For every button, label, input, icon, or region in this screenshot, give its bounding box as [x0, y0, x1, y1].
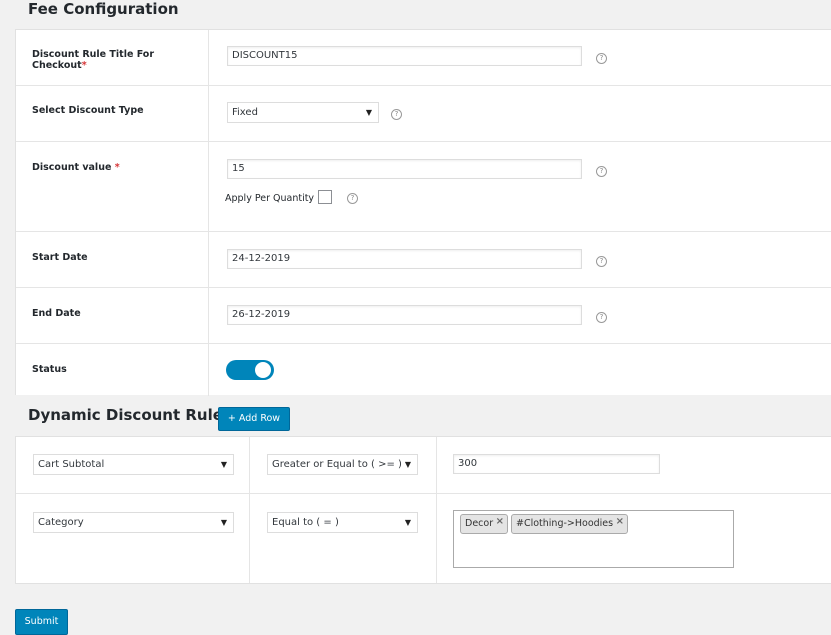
question-circle-icon[interactable]: ? — [596, 53, 607, 64]
rule-field-select[interactable]: Category ▼ — [33, 512, 234, 533]
question-circle-icon[interactable]: ? — [596, 256, 607, 267]
tag-clothing-hoodies: #Clothing->Hoodies × — [511, 514, 628, 534]
caret-down-icon: ▼ — [220, 518, 227, 527]
start-date-label: Start Date — [32, 252, 88, 263]
tag-remove-icon[interactable]: × — [616, 513, 624, 531]
rule-operator-select[interactable]: Equal to ( = ) ▼ — [267, 512, 418, 533]
caret-down-icon: ▼ — [220, 460, 227, 469]
row-end-date: End Date 26-12-2019 ? — [16, 288, 831, 344]
caret-down-icon: ▼ — [404, 518, 411, 527]
start-date-input[interactable]: 24-12-2019 — [227, 249, 582, 269]
question-circle-icon[interactable]: ? — [596, 312, 607, 323]
row-discount-value: Discount value * 15 ? Apply Per Quantity… — [16, 142, 831, 232]
rule-row: Cart Subtotal ▼ Greater or Equal to ( >=… — [16, 437, 831, 494]
tag-remove-icon[interactable]: × — [496, 513, 504, 531]
discount-title-input[interactable]: DISCOUNT15 — [227, 46, 582, 66]
status-toggle[interactable] — [226, 360, 274, 380]
apply-per-quantity-checkbox[interactable] — [318, 190, 332, 204]
required-asterisk: * — [114, 162, 120, 173]
question-circle-icon[interactable]: ? — [347, 193, 358, 204]
row-start-date: Start Date 24-12-2019 ? — [16, 232, 831, 288]
discount-type-label: Select Discount Type — [32, 105, 144, 116]
caret-down-icon: ▼ — [365, 108, 372, 117]
dynamic-rules-table: Cart Subtotal ▼ Greater or Equal to ( >=… — [15, 436, 831, 584]
rule-value-input[interactable]: 300 — [453, 454, 660, 474]
discount-value-label: Discount value * — [32, 162, 120, 173]
tag-decor: Decor × — [460, 514, 508, 534]
question-circle-icon[interactable]: ? — [391, 109, 402, 120]
required-asterisk: * — [81, 60, 87, 71]
category-tags-input[interactable]: Decor × #Clothing->Hoodies × — [453, 510, 734, 568]
rule-field-select[interactable]: Cart Subtotal ▼ — [33, 454, 234, 475]
row-discount-type: Select Discount Type Fixed ▼ ? — [16, 86, 831, 142]
row-discount-title: Discount Rule Title For Checkout* DISCOU… — [16, 30, 831, 86]
discount-value-input[interactable]: 15 — [227, 159, 582, 179]
add-row-button[interactable]: + Add Row — [218, 407, 290, 431]
end-date-input[interactable]: 26-12-2019 — [227, 305, 582, 325]
toggle-knob — [255, 362, 271, 378]
discount-title-label: Discount Rule Title For Checkout* — [32, 49, 155, 71]
dynamic-discount-heading: Dynamic Discount Rule — [28, 406, 223, 424]
discount-type-select[interactable]: Fixed ▼ — [227, 102, 379, 123]
question-circle-icon[interactable]: ? — [596, 166, 607, 177]
status-label: Status — [32, 364, 67, 375]
caret-down-icon: ▼ — [404, 460, 411, 469]
fee-configuration-heading: Fee Configuration — [28, 0, 179, 18]
rule-row: Category ▼ Equal to ( = ) ▼ Decor × #Clo… — [16, 494, 831, 584]
row-status: Status — [16, 344, 831, 396]
end-date-label: End Date — [32, 308, 81, 319]
fee-configuration-table: Discount Rule Title For Checkout* DISCOU… — [15, 29, 831, 396]
apply-per-quantity-label: Apply Per Quantity — [225, 193, 315, 204]
submit-button[interactable]: Submit — [15, 609, 68, 635]
rule-operator-select[interactable]: Greater or Equal to ( >= ) ▼ — [267, 454, 418, 475]
